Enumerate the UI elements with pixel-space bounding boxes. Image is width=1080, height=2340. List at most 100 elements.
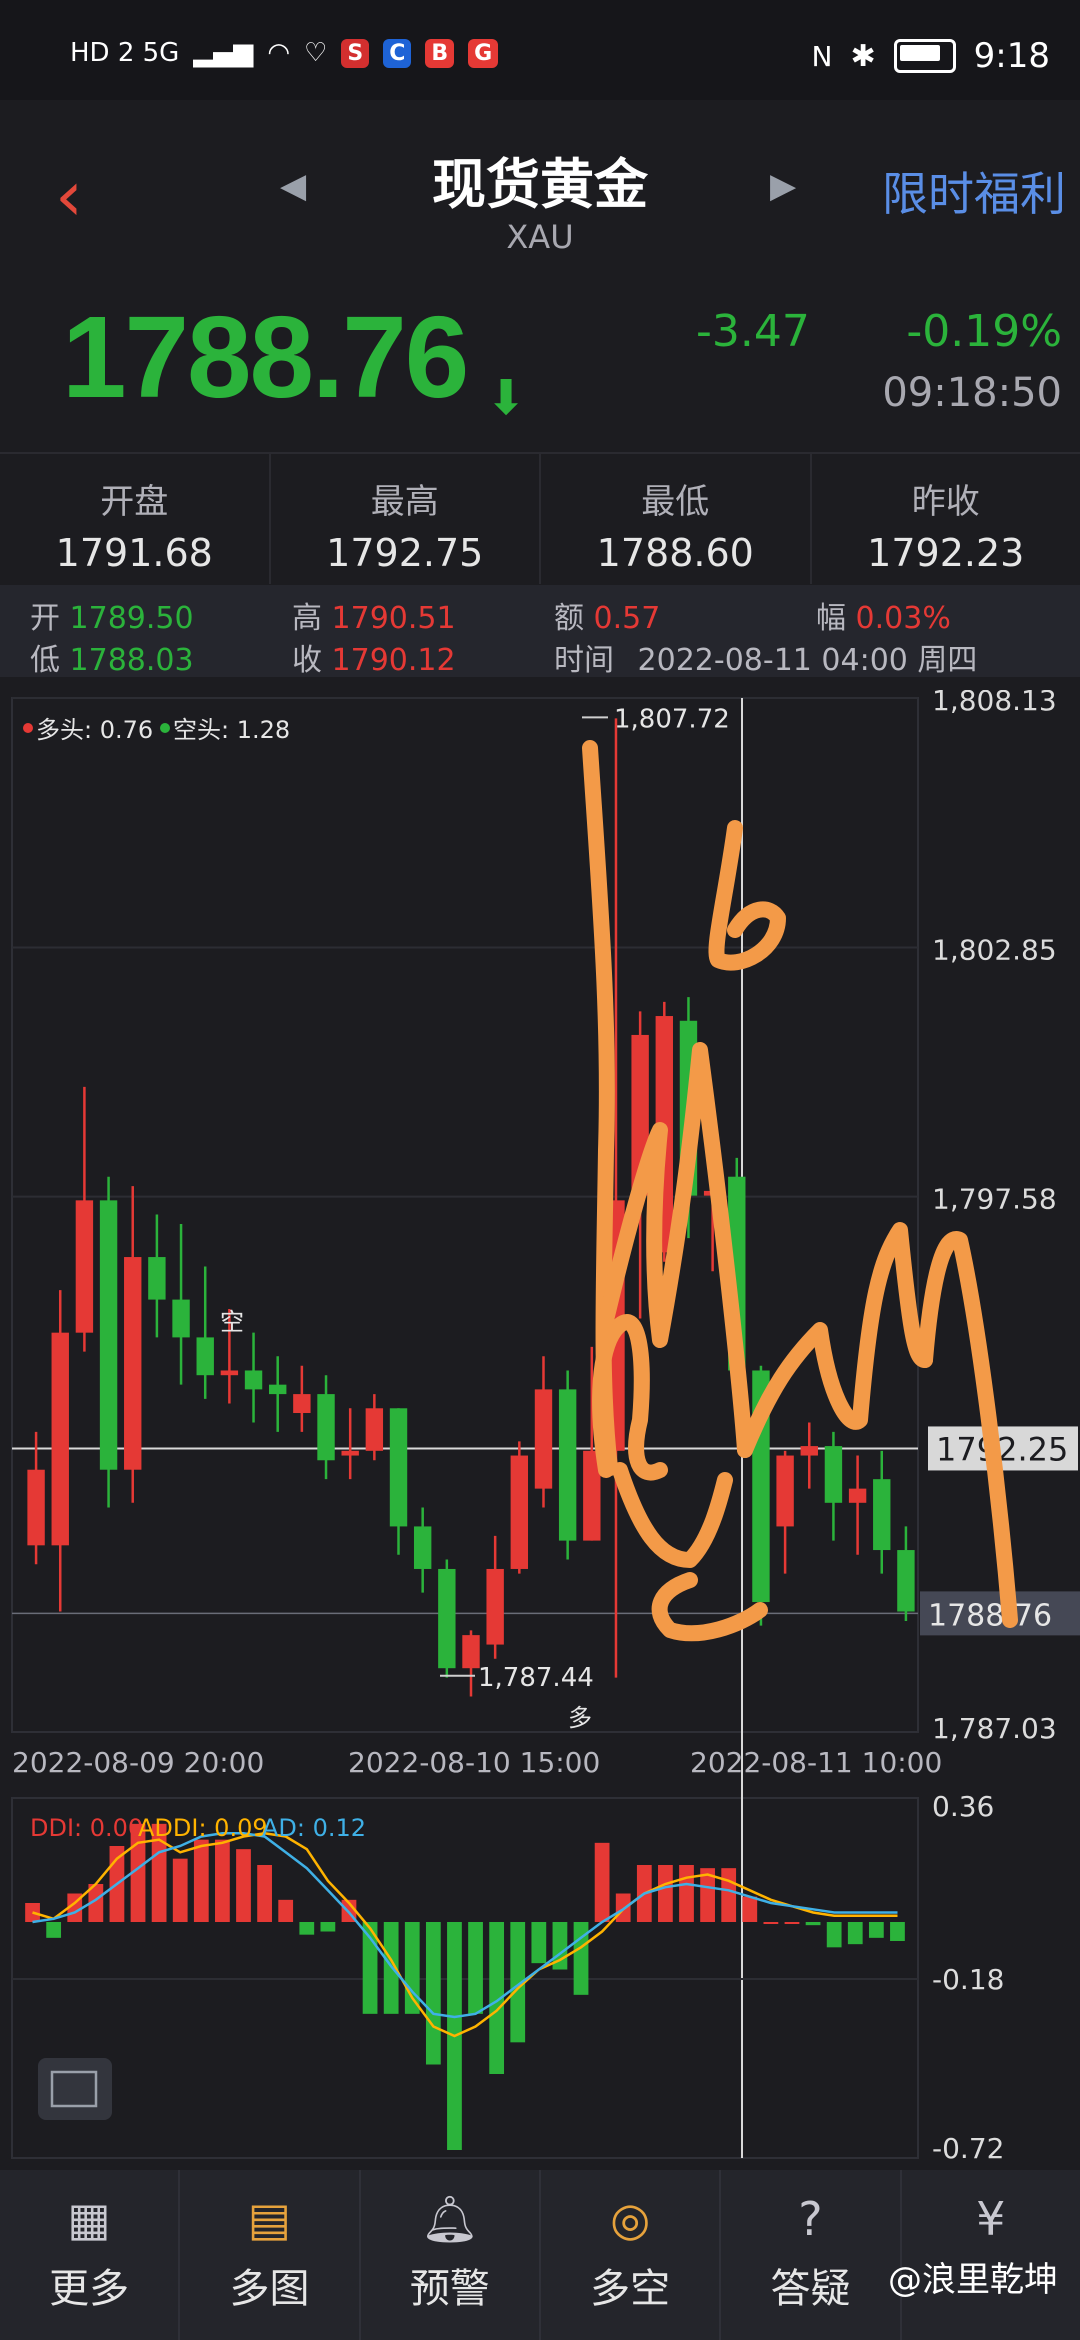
indicator-legend: ADDI: 0.09	[138, 1814, 268, 1842]
current-price: 1788.76	[62, 292, 469, 422]
summary-label: 开盘	[100, 482, 169, 522]
layout-toggle-button[interactable]	[38, 2058, 112, 2120]
indicator-legend: DDI: 0.00	[30, 1814, 143, 1842]
candle-body	[389, 1408, 408, 1527]
summary-low: 最低 1788.60	[541, 454, 812, 584]
nav-faq[interactable]: ? 答疑	[721, 2170, 902, 2340]
summary-label: 最高	[370, 482, 439, 522]
summary-value: 1792.75	[326, 531, 484, 575]
annotation-stroke	[737, 1222, 933, 1458]
candle-body	[897, 1550, 915, 1612]
ddi-bar	[826, 1922, 842, 1948]
ddi-bar	[784, 1922, 800, 1924]
candle-body	[510, 1455, 529, 1569]
summary-value: 1788.60	[596, 531, 754, 575]
nav-label: 预警	[409, 2266, 490, 2312]
signal-icon: ▂▄▆	[193, 38, 254, 68]
ohlc-label: 额	[554, 601, 584, 636]
x-tick-label: 2022-08-11 10:00	[690, 1746, 942, 1779]
nav-label: 更多	[49, 2266, 130, 2312]
candle-body	[148, 1257, 166, 1300]
nav-long-short[interactable]: ◎ 多空	[541, 2170, 722, 2340]
nav-alert[interactable]: 🔔︎ 预警	[361, 2170, 541, 2340]
ddi-bar	[721, 1868, 737, 1922]
kline-chart[interactable]: 1,808.131,802.851,797.581792.251788.761,…	[0, 690, 1080, 2170]
ddi-bar	[868, 1922, 884, 1938]
battery-icon	[893, 39, 956, 73]
question-icon: ?	[798, 2192, 823, 2246]
ddi-bar	[46, 1922, 62, 1938]
main-chart-frame	[11, 697, 919, 1733]
candle-body	[75, 1200, 94, 1333]
summary-row: 开盘 1791.68 最高 1792.75 最低 1788.60 昨收 1792…	[0, 452, 1080, 584]
annotation-stroke	[708, 820, 786, 971]
ddi-bar	[236, 1849, 251, 1922]
status-bar: HD 2 5G ▂▄▆ ◠ ♡ S C B G N ✱ 9:18	[0, 0, 1080, 100]
candle-body	[413, 1526, 432, 1569]
ddi-bar	[215, 1839, 230, 1922]
price-panel: 1788.76 ⬇ -3.47 -0.19% 09:18:50	[0, 270, 1080, 450]
summary-open: 开盘 1791.68	[0, 454, 271, 584]
bag-icon: ¥	[976, 2192, 1006, 2246]
ddi-bar	[805, 1922, 821, 1926]
signal-mark-short: 空	[220, 1308, 244, 1336]
candle-body	[317, 1394, 335, 1461]
ohlc-label: 幅	[816, 601, 846, 636]
candle-body	[244, 1370, 263, 1390]
candle-body	[172, 1299, 190, 1338]
candle-body	[99, 1200, 118, 1470]
candle-body	[534, 1389, 553, 1489]
app-icon-sina: S	[341, 38, 370, 68]
price-change-pct: -0.19%	[906, 306, 1062, 357]
ohlc-label: 开	[30, 601, 60, 636]
current-price-label: 1788.76	[928, 1598, 1052, 1633]
legend-label: 多头: 0.76	[36, 716, 153, 744]
app-icon-gift: G	[468, 38, 499, 68]
candle-body	[27, 1469, 45, 1546]
ddi-bar	[425, 1922, 441, 2065]
nfc-icon: N	[811, 39, 833, 73]
candle-body	[365, 1408, 384, 1451]
legend-label: 空头: 1.28	[173, 716, 290, 744]
bluetooth-icon: ✱	[850, 38, 876, 74]
candle-body	[776, 1455, 794, 1527]
price-change: -3.47	[696, 306, 810, 357]
quote-time: 09:18:50	[882, 370, 1062, 416]
promo-link[interactable]: 限时福利	[882, 158, 1066, 224]
ohlc-high: 高 1790.51	[292, 593, 456, 637]
candle-body	[196, 1337, 214, 1376]
y-tick-label: 1,808.13	[932, 690, 1057, 717]
indicator-legend: AD: 0.12	[262, 1814, 366, 1842]
ohlc-open: 开 1789.50	[30, 593, 194, 637]
candle-body	[438, 1568, 456, 1669]
annotation-stroke	[651, 1572, 768, 1642]
high-marker-label: 1,807.72	[614, 704, 730, 734]
grid-icon: ▦	[67, 2192, 111, 2246]
ohlc-label: 高	[292, 601, 322, 636]
nav-multi-chart[interactable]: ▤ 多图	[180, 2170, 361, 2340]
legend-dot	[23, 723, 33, 733]
signal-mark-long: 多	[568, 1704, 592, 1732]
ohlc-time: 时间 2022-08-11 04:00 周四	[554, 635, 977, 679]
ohlc-value: 1790.51	[331, 601, 456, 636]
ddi-bar	[468, 1922, 483, 2014]
nav-label: 多图	[229, 2266, 310, 2312]
nav-more[interactable]: ▦ 更多	[0, 2170, 181, 2340]
ohlc-low: 低 1788.03	[30, 635, 194, 679]
ohlc-value: 1788.03	[69, 643, 194, 678]
candle-body	[269, 1384, 287, 1395]
ohlc-value: 1790.12	[331, 643, 456, 678]
candle-body	[486, 1568, 504, 1645]
ddi-bar	[742, 1896, 758, 1922]
next-arrow-icon[interactable]: ▶	[770, 166, 796, 206]
y-tick-label: 1,802.85	[932, 934, 1057, 967]
status-icons: HD 2 5G ▂▄▆ ◠ ♡ S C B G	[70, 38, 499, 68]
down-arrow-icon: ⬇	[486, 370, 527, 426]
ohlc-amount: 额 0.57	[554, 593, 660, 637]
ohlc-value: 0.03%	[855, 601, 951, 636]
indicator-y-tick: 0.36	[932, 1790, 994, 1823]
ddi-bar	[763, 1922, 779, 1924]
ohlc-value: 2022-08-11 04:00 周四	[637, 643, 978, 678]
candle-body	[51, 1332, 69, 1546]
ddi-bar	[594, 1842, 610, 1922]
